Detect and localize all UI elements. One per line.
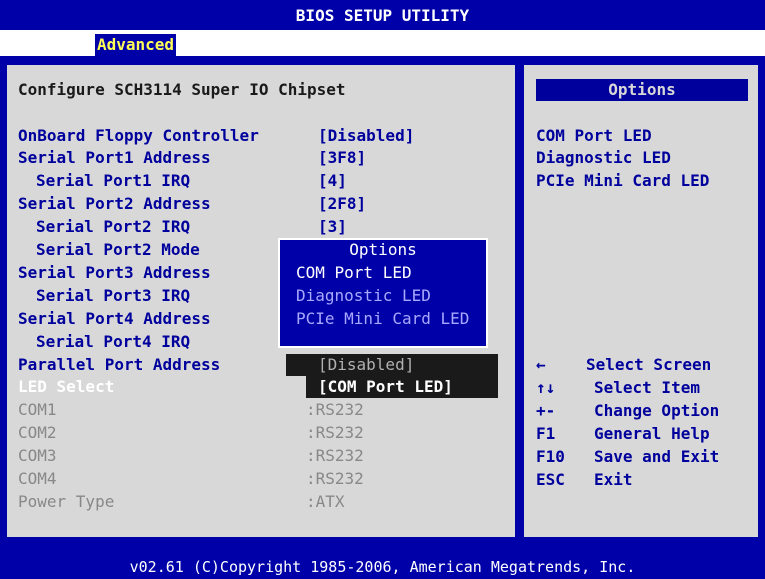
help-option-com-port-led: COM Port LED — [536, 126, 652, 145]
info-value-com1: :RS232 — [306, 400, 364, 419]
setting-label-serial1-irq[interactable]: Serial Port1 IRQ — [36, 170, 190, 192]
key-desc-select-item: Select Item — [594, 378, 700, 397]
window-title: BIOS SETUP UTILITY — [295, 6, 470, 25]
setting-value-serial1-irq[interactable]: [4] — [318, 170, 347, 192]
key-desc-change-option: Change Option — [594, 401, 720, 420]
key-esc: ESC — [536, 470, 565, 489]
key-f1: F1 — [536, 424, 556, 443]
setting-value-led-select[interactable]: [COM Port LED] — [318, 376, 453, 398]
key-select-screen-icon: ← — [536, 355, 546, 374]
info-value-power-type: :ATX — [306, 492, 345, 511]
info-label-com4: COM4 — [18, 469, 57, 488]
setting-label-serial2-irq[interactable]: Serial Port2 IRQ — [36, 216, 190, 238]
setting-label-parallel-address[interactable]: Parallel Port Address — [18, 354, 220, 376]
setting-value-serial2-address[interactable]: [2F8] — [318, 193, 366, 215]
setting-label-floppy[interactable]: OnBoard Floppy Controller — [18, 125, 259, 147]
info-value-com3: :RS232 — [306, 446, 364, 465]
key-desc-exit: Exit — [594, 470, 633, 489]
info-label-power-type: Power Type — [18, 492, 115, 511]
setting-label-led-select[interactable]: LED Select — [18, 376, 114, 398]
setting-value-parallel-address[interactable]: [Disabled] — [318, 354, 414, 376]
key-desc-select-screen: Select Screen — [586, 355, 712, 374]
popup-option-pcie-mini-card-led[interactable]: PCIe Mini Card LED — [296, 308, 469, 330]
info-label-com3: COM3 — [18, 446, 57, 465]
setting-label-serial1-address[interactable]: Serial Port1 Address — [18, 147, 211, 169]
info-value-com2: :RS232 — [306, 423, 364, 442]
key-select-item-icon: ↑↓ — [536, 378, 556, 397]
setting-value-floppy[interactable]: [Disabled] — [318, 125, 414, 147]
setting-value-serial1-address[interactable]: [3F8] — [318, 147, 366, 169]
help-option-pcie-mini-card-led: PCIe Mini Card LED — [536, 171, 710, 190]
popup-option-com-port-led[interactable]: COM Port LED — [296, 262, 412, 284]
key-f10: F10 — [536, 447, 565, 466]
setting-label-serial4-address[interactable]: Serial Port4 Address — [18, 308, 211, 330]
help-option-diagnostic-led: Diagnostic LED — [536, 148, 671, 167]
key-desc-general-help: General Help — [594, 424, 710, 443]
info-label-com2: COM2 — [18, 423, 57, 442]
setting-value-serial2-irq[interactable]: [3] — [318, 216, 347, 238]
panel-title: Configure SCH3114 Super IO Chipset — [18, 80, 346, 99]
help-panel-title: Options — [536, 79, 748, 101]
setting-label-serial3-address[interactable]: Serial Port3 Address — [18, 262, 211, 284]
popup-title: Options — [349, 240, 417, 259]
key-change-option: +- — [536, 401, 556, 420]
tab-advanced[interactable]: Advanced — [95, 34, 177, 56]
setting-label-serial4-irq[interactable]: Serial Port4 IRQ — [36, 331, 190, 353]
setting-label-serial3-irq[interactable]: Serial Port3 IRQ — [36, 285, 190, 307]
info-value-com4: :RS232 — [306, 469, 364, 488]
popup-option-diagnostic-led[interactable]: Diagnostic LED — [296, 285, 431, 307]
setting-label-serial2-mode[interactable]: Serial Port2 Mode — [36, 239, 200, 261]
key-desc-save-and-exit: Save and Exit — [594, 447, 720, 466]
footer-copyright: v02.61 (C)Copyright 1985-2006, American … — [129, 558, 636, 576]
setting-label-serial2-address[interactable]: Serial Port2 Address — [18, 193, 211, 215]
info-label-com1: COM1 — [18, 400, 57, 419]
